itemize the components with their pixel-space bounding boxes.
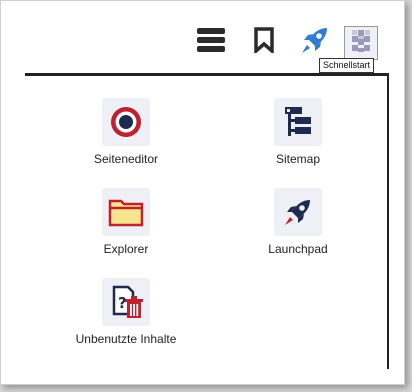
folder-icon [102,188,150,236]
rocket-icon [299,24,331,61]
menu-item-label: Explorer [103,242,149,256]
hamburger-menu-button[interactable] [194,25,228,59]
bookmark-icon [254,26,274,58]
menu-item-seiteneditor[interactable]: Seiteneditor [51,98,201,166]
sitemap-icon [274,98,322,146]
quick-launch-window: Schnellstart Seiteneditor Sitemap Explor… [0,0,405,385]
menu-item-unbenutzte-inhalte[interactable]: ? Unbenutzte Inhalte [51,278,201,346]
menu-item-launchpad[interactable]: Launchpad [223,188,373,256]
target-icon [102,98,150,146]
menu-item-label: Sitemap [275,152,321,166]
user-avatar-button[interactable] [344,26,378,60]
hamburger-menu-icon [197,27,225,57]
menu-item-explorer[interactable]: Explorer [51,188,201,256]
toolbar: Schnellstart [1,1,404,73]
menu-item-label: Launchpad [268,242,328,256]
quick-launch-button[interactable] [298,25,332,59]
menu-item-label: Seiteneditor [93,152,159,166]
svg-text:?: ? [118,294,127,312]
bookmark-button[interactable] [247,25,281,59]
quick-launch-panel: Seiteneditor Sitemap Explorer Launchpad … [25,73,389,369]
unused-content-icon: ? [102,278,150,326]
rocket-icon [274,188,322,236]
user-avatar-icon [347,27,375,60]
quick-launch-tooltip: Schnellstart [319,58,375,73]
menu-item-label: Unbenutzte Inhalte [75,332,177,346]
menu-item-sitemap[interactable]: Sitemap [223,98,373,166]
